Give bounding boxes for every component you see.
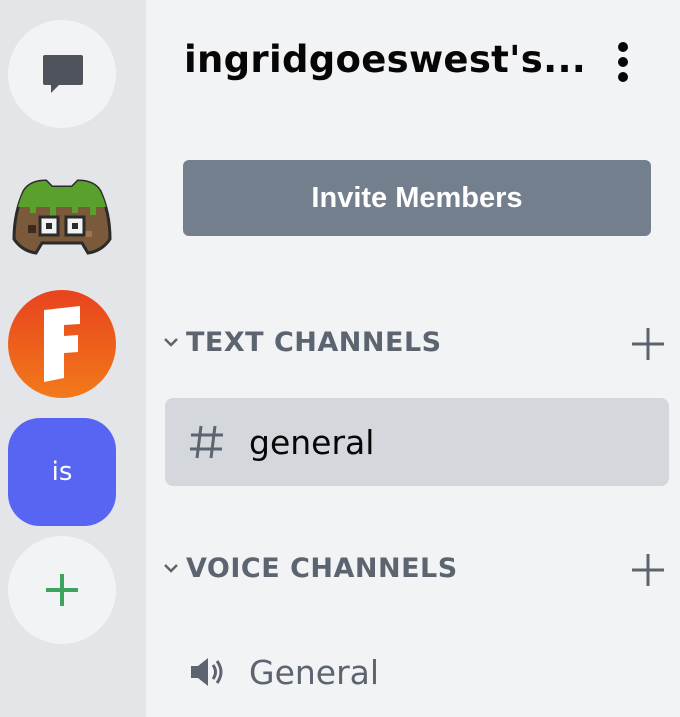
server-initials: is	[51, 457, 73, 487]
chat-bubble-icon	[43, 55, 83, 93]
chevron-down-icon	[158, 548, 184, 588]
create-channel-plus-icon[interactable]	[628, 324, 668, 364]
category-label: VOICE CHANNELS	[186, 552, 458, 584]
category-text-channels[interactable]: TEXT CHANNELS	[158, 322, 668, 362]
speaker-icon	[165, 628, 249, 716]
plus-icon	[46, 574, 78, 606]
server-icon-minecraft[interactable]	[8, 172, 116, 262]
category-label: TEXT CHANNELS	[186, 326, 442, 358]
channel-name: general	[249, 422, 375, 462]
hashtag-icon	[165, 398, 249, 486]
chevron-down-icon	[158, 322, 184, 362]
invite-members-button[interactable]: Invite Members	[183, 160, 651, 236]
fortnite-f-icon	[44, 306, 80, 382]
minecraft-creeper-icon	[12, 179, 112, 255]
server-icon-fortnite[interactable]	[8, 290, 116, 398]
category-voice-channels[interactable]: VOICE CHANNELS	[158, 548, 668, 588]
more-vertical-icon[interactable]	[606, 42, 640, 82]
add-server-button[interactable]	[8, 536, 116, 644]
create-channel-plus-icon[interactable]	[628, 550, 668, 590]
channel-sidebar: ingridgoeswest's... Invite Members TEXT …	[146, 0, 680, 717]
server-name[interactable]: ingridgoeswest's...	[184, 38, 586, 81]
direct-messages-button[interactable]	[8, 20, 116, 128]
channel-item-voice-general[interactable]: General	[165, 628, 669, 716]
channel-name: General	[249, 652, 380, 692]
server-icon-is[interactable]: is	[8, 418, 116, 526]
server-rail: is	[0, 0, 146, 717]
channel-item-general[interactable]: general	[165, 398, 669, 486]
